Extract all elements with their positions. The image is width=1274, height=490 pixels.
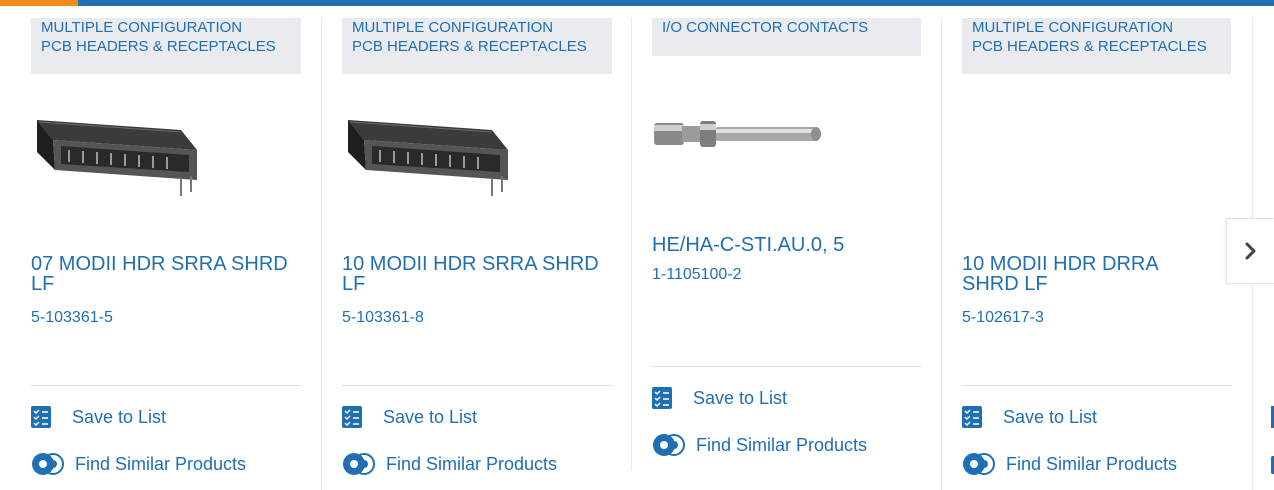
card-divider (962, 385, 1231, 386)
category-label[interactable]: MULTIPLE CONFIGURATION PCB HEADERS & REC… (342, 18, 612, 74)
product-carousel: MULTIPLE CONFIGURATION PCB HEADERS & REC… (0, 6, 1274, 490)
category-line: MULTIPLE CONFIGURATION (41, 19, 243, 36)
checklist-icon (342, 406, 362, 428)
card-separator (631, 18, 632, 470)
card-separator (321, 18, 322, 490)
card-divider (652, 366, 921, 367)
category-label[interactable]: MULTIPLE CONFIGURATION PCB HEADERS & REC… (962, 18, 1231, 74)
title-line: HE/HA-C-STI.AU.0, 5 (652, 234, 845, 256)
product-image[interactable] (342, 106, 512, 198)
category-label[interactable]: MULTIPLE CONFIGURATION PCB HEADERS & REC… (31, 18, 301, 74)
save-to-list-button[interactable]: Save to List (962, 406, 1097, 428)
product-title-link[interactable]: 07 MODII HDR SRRA SHRD LF (31, 254, 301, 294)
save-to-list-button[interactable]: Save to List (652, 387, 787, 409)
category-label[interactable]: I/O CONNECTOR CONTACTS (652, 18, 921, 56)
save-to-list-button[interactable]: Save to List (342, 406, 477, 428)
carousel-next-button[interactable] (1226, 218, 1274, 284)
category-line: I/O CONNECTOR CONTACTS (662, 19, 869, 36)
product-card: MULTIPLE CONFIGURATION PCB HEADERS & REC… (31, 6, 301, 490)
category-line: MULTIPLE CONFIGURATION (972, 19, 1174, 36)
save-to-list-label: Save to List (383, 406, 478, 427)
checklist-icon (652, 387, 672, 409)
checklist-icon (962, 406, 982, 428)
save-to-list-label: Save to List (693, 387, 788, 408)
chevron-right-icon (1245, 242, 1255, 260)
product-image[interactable] (652, 118, 824, 150)
card-separator (941, 18, 942, 490)
product-title-link[interactable]: 10 MODII HDR DRRA SHRD LF (962, 254, 1231, 294)
save-to-list-button[interactable]: Save to List (31, 406, 166, 428)
find-similar-icon (963, 453, 995, 475)
find-similar-button[interactable]: Find Similar Products (31, 452, 246, 476)
find-similar-button[interactable]: Find Similar Products (962, 452, 1177, 476)
find-similar-icon (343, 453, 375, 475)
category-line: MULTIPLE CONFIGURATION (352, 19, 554, 36)
part-number: 5-103361-5 (31, 309, 113, 326)
part-number: 5-103361-8 (342, 309, 424, 326)
title-line: LF (342, 273, 366, 295)
title-line: 07 MODII HDR SRRA SHRD (31, 253, 288, 275)
part-number: 5-102617-3 (962, 309, 1044, 326)
find-similar-label: Find Similar Products (386, 453, 558, 474)
find-similar-icon (32, 453, 64, 475)
product-title-link[interactable]: 10 MODII HDR SRRA SHRD LF (342, 254, 612, 294)
title-line: 10 MODII HDR DRRA (962, 253, 1159, 275)
category-line: PCB HEADERS & RECEPTACLES (41, 38, 276, 55)
find-similar-label: Find Similar Products (75, 453, 247, 474)
product-title-link[interactable]: HE/HA-C-STI.AU.0, 5 (652, 235, 921, 255)
checklist-icon (31, 406, 51, 428)
category-line: PCB HEADERS & RECEPTACLES (352, 38, 587, 55)
product-card: MULTIPLE CONFIGURATION PCB HEADERS & REC… (962, 6, 1231, 490)
product-image[interactable] (31, 106, 201, 198)
title-line: SHRD LF (962, 273, 1048, 295)
find-similar-button[interactable]: Find Similar Products (652, 433, 867, 457)
part-number: 1-1105100-2 (652, 266, 742, 283)
find-similar-label: Find Similar Products (1006, 453, 1178, 474)
find-similar-label: Find Similar Products (696, 434, 868, 455)
find-similar-icon (653, 434, 685, 456)
card-divider (342, 385, 612, 386)
save-to-list-label: Save to List (72, 406, 167, 427)
save-to-list-label: Save to List (1003, 406, 1098, 427)
title-line: 10 MODII HDR SRRA SHRD (342, 253, 599, 275)
product-card: MULTIPLE CONFIGURATION PCB HEADERS & REC… (342, 6, 612, 490)
category-line: PCB HEADERS & RECEPTACLES (972, 38, 1207, 55)
title-line: LF (31, 273, 55, 295)
product-card: I/O CONNECTOR CONTACTS HE/HA-C-STI.AU.0,… (652, 6, 921, 490)
card-divider (31, 385, 301, 386)
find-similar-button[interactable]: Find Similar Products (342, 452, 557, 476)
